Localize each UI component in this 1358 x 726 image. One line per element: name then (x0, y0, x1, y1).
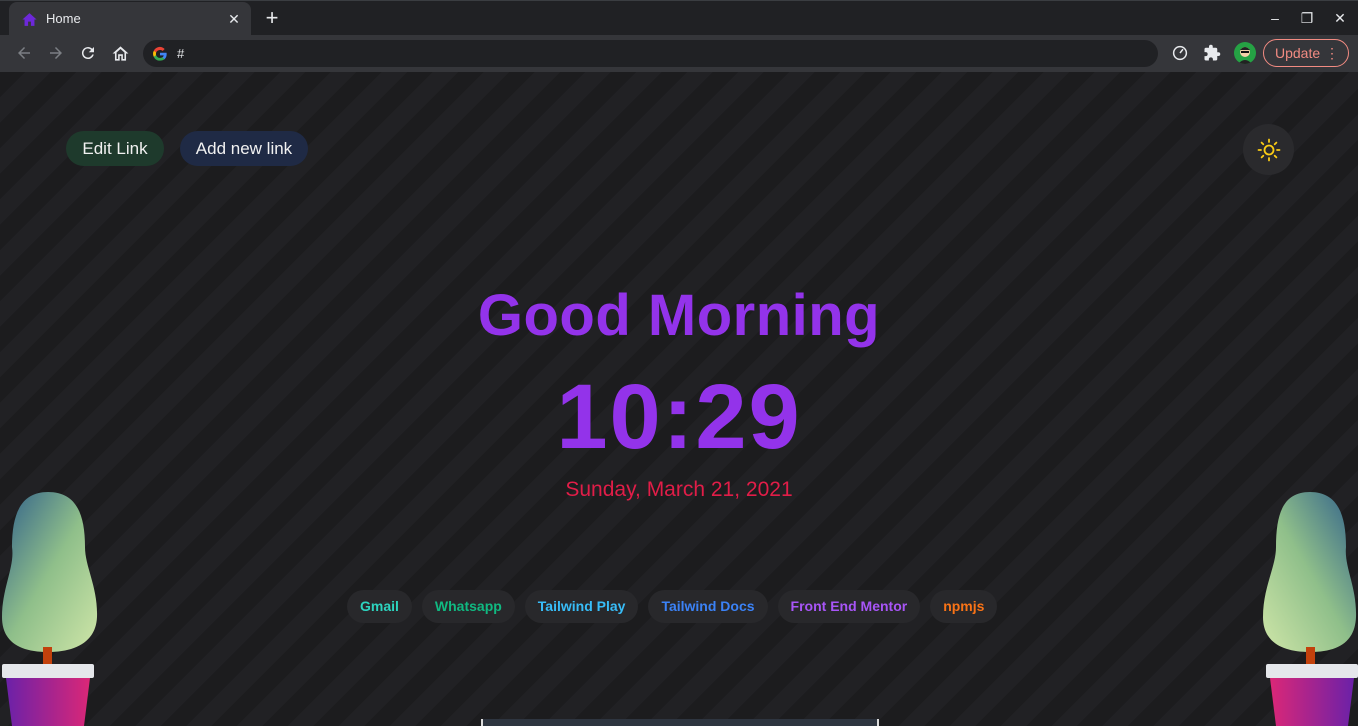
new-tab-button[interactable]: + (261, 7, 283, 29)
home-icon (22, 13, 37, 26)
potted-plant-left (2, 492, 98, 726)
clock-time: 10:29 (556, 366, 802, 468)
home-button[interactable] (109, 42, 131, 64)
date-text: Sunday, March 21, 2021 (565, 478, 793, 501)
avatar-icon (1238, 47, 1252, 64)
arrow-right-icon (50, 47, 62, 59)
quick-link-npmjs[interactable]: npmjs (930, 590, 998, 623)
restore-button[interactable]: ❐ (1296, 7, 1318, 29)
quick-link-whatsapp[interactable]: Whatsapp (421, 590, 515, 623)
profile-avatar[interactable] (1234, 42, 1256, 64)
address-bar[interactable]: # (143, 40, 1158, 67)
sun-icon (1257, 138, 1280, 161)
update-label: Update (1275, 45, 1321, 61)
arrow-left-icon (18, 47, 30, 59)
tab-close-button[interactable]: ✕ (225, 10, 243, 28)
puzzle-icon (1204, 44, 1221, 61)
browser-tab[interactable]: Home ✕ (9, 2, 251, 36)
update-button[interactable]: Update ⋮ (1263, 39, 1349, 67)
add-new-link-button[interactable]: Add new link (180, 131, 308, 166)
back-button[interactable] (13, 42, 35, 64)
google-icon (153, 46, 167, 61)
edit-link-button[interactable]: Edit Link (66, 131, 164, 166)
quick-link-front-end-mentor[interactable]: Front End Mentor (777, 590, 921, 623)
menu-dots-icon: ⋮ (1325, 45, 1339, 61)
minimize-button[interactable]: – (1264, 7, 1286, 29)
home-outline-icon (112, 45, 128, 61)
extensions-button[interactable] (1201, 42, 1223, 64)
greeting-heading: Good Morning (477, 283, 881, 348)
theme-toggle-button[interactable] (1243, 124, 1294, 175)
reload-icon (81, 47, 94, 60)
address-text: # (177, 46, 185, 61)
quick-links: Gmail Whatsapp Tailwind Play Tailwind Docs F… (347, 590, 998, 623)
quick-link-tailwind-play[interactable]: Tailwind Play (524, 590, 639, 623)
tab-title: Home (46, 11, 81, 26)
forward-button[interactable] (45, 42, 67, 64)
performance-extension-button[interactable] (1169, 42, 1191, 64)
new-tab-page: Edit Link Add new link Good Morning 10:2… (0, 72, 1358, 726)
quick-link-tailwind-docs[interactable]: Tailwind Docs (648, 590, 768, 623)
quick-link-gmail[interactable]: Gmail (347, 590, 412, 623)
bottom-panel-edge (481, 719, 879, 726)
close-window-button[interactable]: ✕ (1329, 7, 1351, 29)
reload-button[interactable] (77, 42, 99, 64)
browser-toolbar: # Update ⋮ (0, 35, 1358, 72)
potted-plant-right (1263, 492, 1358, 726)
browser-titlebar: Home ✕ + – ❐ ✕ (0, 0, 1358, 36)
gauge-icon (1172, 45, 1188, 61)
